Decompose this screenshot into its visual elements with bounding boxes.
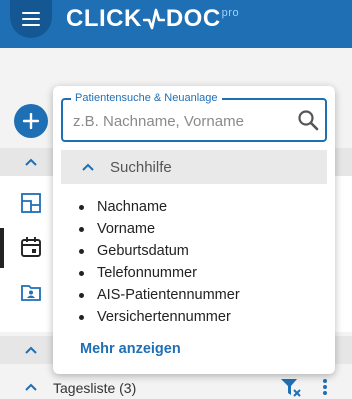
search-help-list: Nachname Vorname Geburtsdatum Telefonnum… (77, 196, 317, 328)
show-more-link[interactable]: Mehr anzeigen (80, 341, 181, 357)
calendar-icon[interactable] (20, 236, 42, 258)
add-patient-button[interactable] (14, 104, 48, 138)
plus-icon (23, 113, 39, 129)
search-help-toggle[interactable]: Suchhilfe (61, 150, 327, 184)
active-indicator (0, 228, 4, 268)
chevron-up-icon (25, 346, 37, 354)
list-item: Vorname (77, 218, 317, 240)
list-item: Versichertennummer (77, 306, 317, 328)
chevron-up-icon (82, 163, 94, 171)
patient-search-field[interactable]: Patientensuche & Neuanlage (61, 91, 327, 142)
search-icon[interactable] (297, 109, 319, 131)
more-vert-icon[interactable] (322, 378, 328, 396)
patient-folder-icon[interactable] (20, 281, 42, 303)
search-help-title: Suchhilfe (110, 159, 172, 176)
chevron-up-icon (25, 383, 37, 391)
chevron-up-icon (25, 158, 37, 166)
list-item: Telefonnummer (77, 262, 317, 284)
patient-search-popup: Patientensuche & Neuanlage Suchhilfe Nac… (53, 86, 335, 374)
day-list-header[interactable]: Tagesliste (3) (0, 374, 352, 399)
filter-clear-icon[interactable] (280, 378, 302, 398)
search-input[interactable] (73, 110, 293, 132)
list-item: Nachname (77, 196, 317, 218)
list-item: AIS-Patientennummer (77, 284, 317, 306)
app-bar: CLICK DOC pro (0, 0, 352, 48)
search-field-label: Patientensuche & Neuanlage (71, 91, 222, 105)
dashboard-icon[interactable] (20, 192, 42, 214)
pulse-icon (142, 8, 165, 30)
menu-button[interactable] (10, 0, 52, 38)
hamburger-icon (22, 12, 40, 26)
app-logo: CLICK DOC pro (66, 5, 240, 32)
list-item: Geburtsdatum (77, 240, 317, 262)
